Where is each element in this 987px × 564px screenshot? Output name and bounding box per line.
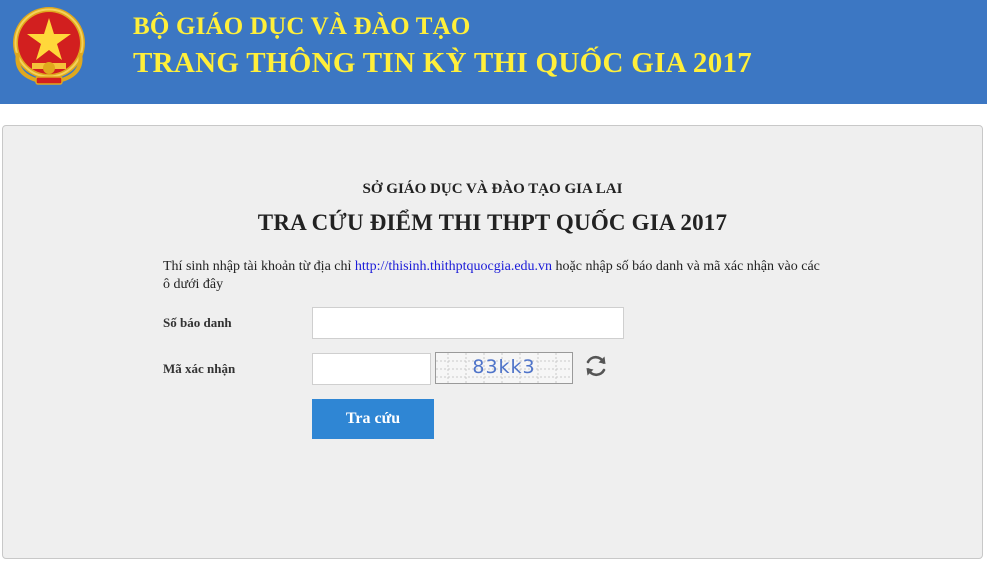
captcha-code: 83kk3 [472,356,536,378]
instruction-text: Thí sinh nhập tài khoản từ địa chỉ http:… [163,258,823,294]
captcha-input[interactable] [312,353,431,385]
national-emblem-icon [13,7,85,85]
site-header: BỘ GIÁO DỤC VÀ ĐÀO TẠO TRANG THÔNG TIN K… [0,0,987,104]
candidate-number-input[interactable] [312,307,624,339]
lookup-panel: SỞ GIÁO DỤC VÀ ĐÀO TẠO GIA LAI TRA CỨU Đ… [2,125,983,559]
ministry-name: BỘ GIÁO DỤC VÀ ĐÀO TẠO [133,13,471,40]
page-title: TRA CỨU ĐIỂM THI THPT QUỐC GIA 2017 [257,210,728,235]
refresh-icon[interactable] [583,353,609,379]
candidate-portal-link[interactable]: http://thisinh.thithptquocgia.edu.vn [355,259,552,274]
captcha-image: 83kk3 [435,352,573,384]
instruction-prefix: Thí sinh nhập tài khoản từ địa chỉ [163,259,352,274]
site-title: TRANG THÔNG TIN KỲ THI QUỐC GIA 2017 [133,47,753,79]
department-name: SỞ GIÁO DỤC VÀ ĐÀO TẠO GIA LAI [362,181,623,197]
search-button[interactable]: Tra cứu [312,399,434,439]
captcha-label: Mã xác nhận [163,361,236,376]
candidate-number-label: Số báo danh [163,315,232,330]
